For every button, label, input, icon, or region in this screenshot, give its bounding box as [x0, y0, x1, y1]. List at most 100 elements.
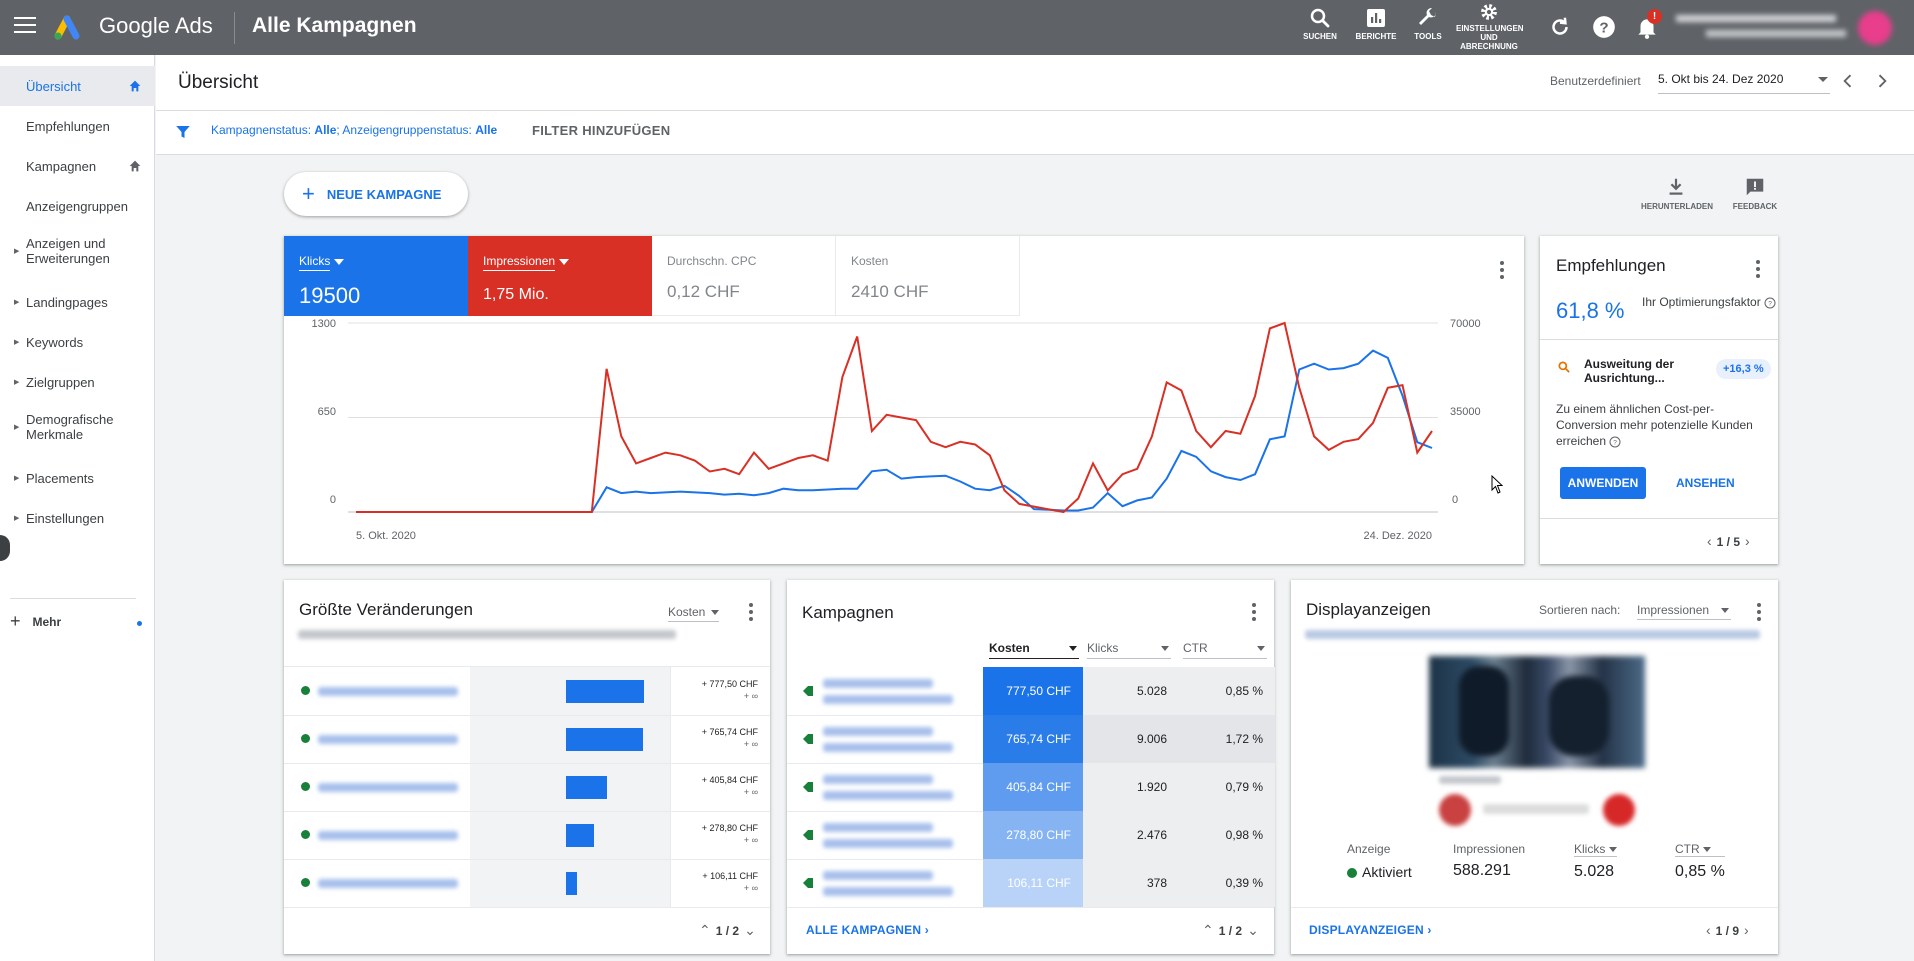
status-dot-icon [301, 734, 310, 743]
change-bar [566, 824, 595, 847]
home-icon [129, 80, 141, 92]
chevron-up-icon[interactable]: ⌃ [1202, 922, 1214, 938]
new-indicator-dot [137, 621, 142, 626]
sidebar-item-ads[interactable]: ▶ Anzeigen und Erweiterungen [0, 231, 155, 271]
more-vert-icon[interactable] [749, 603, 753, 624]
chevron-down-icon[interactable]: ⌄ [1247, 922, 1259, 938]
change-row[interactable]: + 777,50 CHF + ∞ [284, 667, 770, 715]
divider [670, 811, 671, 859]
chevron-left-icon[interactable] [1838, 71, 1858, 91]
sort-select[interactable]: Impressionen [1637, 603, 1731, 620]
sidebar-item-overview[interactable]: Übersicht [0, 66, 155, 106]
help-circle-icon[interactable]: ? [1764, 297, 1776, 309]
sidebar-item-campaigns[interactable]: Kampagnen [0, 146, 155, 186]
refresh-icon[interactable] [1547, 14, 1573, 40]
tool-label: EINSTELLUNGEN UND ABRECHNUNG [1456, 24, 1524, 51]
table-row[interactable]: 106,11 CHF 378 0,39 % [787, 859, 1275, 907]
table-row[interactable]: 765,74 CHF 9.006 1,72 % [787, 715, 1275, 763]
settings-billing-button[interactable]: EINSTELLUNGEN UND ABRECHNUNG [1456, 2, 1524, 51]
column-header-ctr[interactable]: CTR [1183, 641, 1267, 659]
more-vert-icon[interactable] [1500, 261, 1504, 282]
more-button[interactable]: + Mehr [10, 611, 61, 632]
sidebar-item-adgroups[interactable]: Anzeigengruppen [0, 186, 155, 226]
sidebar-item-settings[interactable]: ▶ Einstellungen [0, 498, 155, 538]
change-row[interactable]: + 278,80 CHF + ∞ [284, 811, 770, 859]
chevron-left-icon[interactable]: ‹ [1707, 533, 1712, 549]
redacted-campaign-name[interactable] [823, 775, 933, 784]
chevron-up-icon[interactable]: ⌃ [699, 922, 711, 938]
download-button[interactable]: HERUNTERLADEN [1641, 176, 1713, 211]
display-ads-link[interactable]: DISPLAYANZEIGEN › [1309, 923, 1432, 937]
redacted-campaign-name[interactable] [823, 679, 933, 688]
performance-line-chart[interactable]: 1300 650 0 70000 35000 0 5. Okt. 2020 24… [284, 316, 1524, 564]
search-tool-button[interactable]: SUCHEN [1290, 6, 1350, 41]
optimization-score-label: Ihr Optimierungsfaktor ? [1642, 294, 1782, 310]
display-ad-preview[interactable] [1429, 656, 1645, 768]
sidebar-item-recommendations[interactable]: Empfehlungen [0, 106, 155, 146]
filter-icon[interactable] [174, 123, 192, 141]
new-campaign-button[interactable]: + NEUE KAMPAGNE [284, 172, 468, 216]
metric-clicks[interactable]: Klicks 19500 [284, 236, 468, 316]
menu-icon[interactable] [14, 17, 36, 33]
redacted-campaign-name[interactable] [318, 831, 458, 840]
change-row[interactable]: + 106,11 CHF + ∞ [284, 859, 770, 907]
sidebar-item-keywords[interactable]: ▶ Keywords [0, 322, 155, 362]
sidebar-item-placements[interactable]: ▶ Placements [0, 458, 155, 498]
active-filters[interactable]: Kampagnenstatus: Alle; Anzeigengruppenst… [211, 123, 497, 137]
chevron-down-icon[interactable]: ⌄ [744, 922, 756, 938]
metric-avg-cpc[interactable]: Durchschn. CPC 0,12 CHF [652, 236, 836, 316]
avatar[interactable] [1858, 11, 1892, 45]
clicks-cell: 2.476 [1083, 811, 1179, 859]
reports-tool-button[interactable]: BERICHTE [1346, 6, 1406, 41]
apply-button[interactable]: ANWENDEN [1560, 467, 1646, 499]
view-button[interactable]: ANSEHEN [1676, 476, 1735, 490]
recommendation-title[interactable]: Ausweitung der Ausrichtung... [1584, 357, 1714, 385]
change-row[interactable]: + 765,74 CHF + ∞ [284, 715, 770, 763]
sidebar-collapse-handle[interactable] [0, 535, 10, 561]
y-tick-left: 1300 [312, 318, 336, 330]
redacted-campaign-name[interactable] [318, 783, 458, 792]
redacted-campaign-name[interactable] [823, 823, 933, 832]
stat-ctr[interactable]: CTR 0,85 % [1675, 842, 1725, 881]
chevron-right-icon[interactable]: › [1745, 533, 1750, 549]
redacted-campaign-name[interactable] [318, 735, 458, 744]
all-campaigns-link[interactable]: ALLE KAMPAGNEN › [806, 923, 929, 937]
more-vert-icon[interactable] [1756, 260, 1760, 281]
table-row[interactable]: 777,50 CHF 5.028 0,85 % [787, 667, 1275, 715]
column-header-cost[interactable]: Kosten [989, 641, 1079, 659]
chevron-left-icon[interactable]: ‹ [1706, 922, 1711, 938]
change-bar [566, 680, 645, 703]
caret-right-icon: ▶ [14, 515, 20, 522]
divider [234, 12, 235, 44]
sidebar-item-demographics[interactable]: ▶ Demografische Merkmale [0, 407, 155, 447]
feedback-button[interactable]: FEEDBACK [1720, 176, 1790, 211]
date-range-select[interactable]: 5. Okt bis 24. Dez 2020 [1658, 72, 1830, 94]
more-vert-icon[interactable] [1757, 603, 1761, 624]
stat-clicks[interactable]: Klicks 5.028 [1574, 842, 1617, 881]
sidebar-item-audiences[interactable]: ▶ Zielgruppen [0, 362, 155, 402]
more-vert-icon[interactable] [1252, 603, 1256, 624]
redacted-campaign-name[interactable] [318, 879, 458, 888]
account-info[interactable] [1676, 11, 1856, 43]
column-header-clicks[interactable]: Klicks [1087, 641, 1171, 659]
table-row[interactable]: 405,84 CHF 1.920 0,79 % [787, 763, 1275, 811]
feedback-label: FEEDBACK [1732, 202, 1778, 211]
dropdown-arrow-icon [1608, 847, 1617, 853]
change-row[interactable]: + 405,84 CHF + ∞ [284, 763, 770, 811]
redacted-campaign-name[interactable] [318, 687, 458, 696]
sidebar-item-landingpages[interactable]: ▶ Landingpages [0, 282, 155, 322]
change-amount: + 765,74 CHF [701, 727, 758, 737]
chevron-right-icon[interactable] [1872, 71, 1892, 91]
help-icon[interactable]: ? [1591, 14, 1617, 40]
chevron-right-icon[interactable]: › [1744, 922, 1749, 938]
redacted-campaign-name[interactable] [823, 727, 933, 736]
redacted-campaign-name[interactable] [823, 871, 933, 880]
tools-tool-button[interactable]: TOOLS [1398, 6, 1458, 41]
help-circle-icon[interactable]: ? [1609, 436, 1621, 448]
table-row[interactable]: 278,80 CHF 2.476 0,98 % [787, 811, 1275, 859]
metric-cost[interactable]: Kosten 2410 CHF [836, 236, 1020, 316]
add-filter-button[interactable]: FILTER HINZUFÜGEN [532, 123, 670, 138]
notifications-button[interactable]: ! [1634, 9, 1662, 40]
metric-impressions[interactable]: Impressionen 1,75 Mio. [468, 236, 652, 316]
sort-select[interactable]: Kosten [668, 605, 720, 622]
